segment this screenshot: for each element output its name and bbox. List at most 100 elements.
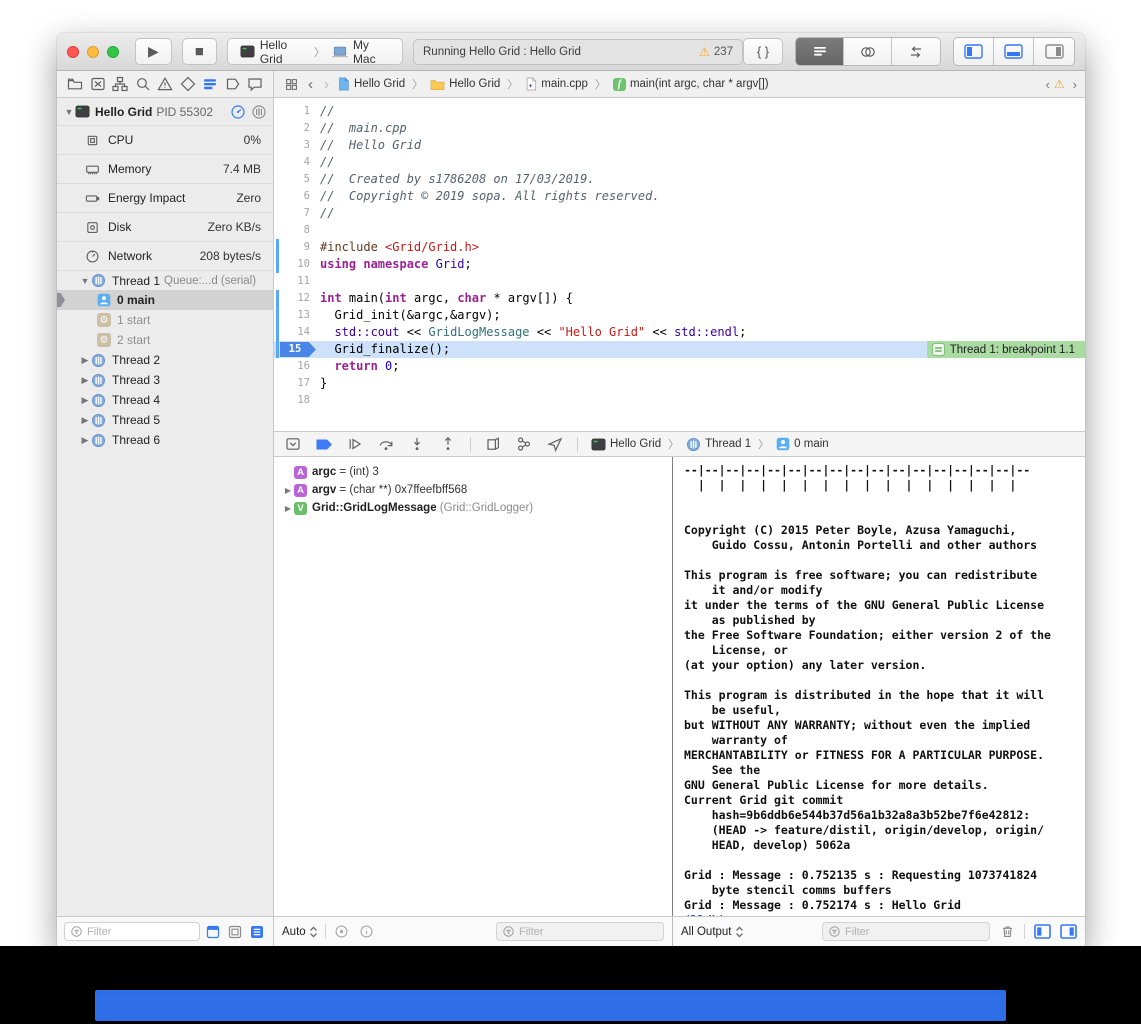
code-line[interactable]: 15 Grid_finalize();Thread 1: breakpoint …	[274, 341, 1085, 358]
step-out-button[interactable]	[439, 435, 457, 453]
clear-console-icon[interactable]	[998, 923, 1016, 941]
run-button[interactable]: ▶	[135, 38, 172, 65]
warning-count[interactable]: 237	[714, 46, 733, 58]
console-filter-input[interactable]	[845, 926, 984, 938]
navigator-filter-field[interactable]	[64, 922, 200, 941]
code-line[interactable]: 1//	[274, 103, 1085, 120]
gauge-button[interactable]	[229, 103, 246, 120]
debug-breadcrumb-item[interactable]: Hello Grid	[591, 438, 661, 451]
gauge-row-memory[interactable]: Memory7.4 MB	[57, 154, 273, 183]
thread-row[interactable]: ▶Thread 2	[57, 350, 273, 370]
assistant-editor-button[interactable]	[844, 38, 892, 65]
breakpoint-navigator-icon[interactable]	[224, 75, 242, 93]
scheme-selector[interactable]: Hello Grid 〉 My Mac	[227, 38, 403, 65]
symbol-navigator-icon[interactable]	[111, 75, 129, 93]
simulate-location-button[interactable]	[546, 435, 564, 453]
line-number[interactable]: 18	[274, 392, 320, 409]
minimize-window-button[interactable]	[87, 46, 99, 58]
debug-breadcrumb-item[interactable]: Thread 1	[686, 437, 751, 452]
breadcrumb-item[interactable]: main.cpp	[525, 77, 588, 91]
variables-view[interactable]: Aargc = (int) 3▶Aargv = (char **) 0x7ffe…	[274, 457, 672, 916]
code-line[interactable]: 4//	[274, 154, 1085, 171]
disclosure-triangle-icon[interactable]: ▼	[79, 276, 91, 286]
line-number[interactable]: 4	[274, 154, 320, 171]
stack-frame-row[interactable]: ⚙1 start	[57, 310, 273, 330]
line-number[interactable]: 13	[274, 307, 320, 324]
zoom-window-button[interactable]	[107, 46, 119, 58]
line-number[interactable]: 14	[274, 324, 320, 341]
disclosure-triangle-icon[interactable]: ▼	[63, 107, 75, 117]
next-issue-button[interactable]: ›	[1073, 77, 1077, 92]
code-line[interactable]: 16 return 0;	[274, 358, 1085, 375]
toggle-inspector-button[interactable]	[1034, 38, 1074, 65]
step-into-button[interactable]	[408, 435, 426, 453]
filter-frames-icon[interactable]	[226, 923, 244, 941]
previous-issue-button[interactable]: ‹	[1046, 77, 1050, 92]
step-over-button[interactable]	[377, 435, 395, 453]
stop-button[interactable]: ■	[182, 38, 217, 65]
issue-navigator-icon[interactable]	[156, 75, 174, 93]
variables-view-toggle-icon[interactable]	[1033, 923, 1051, 941]
debug-navigator-icon[interactable]	[201, 75, 219, 93]
code-line[interactable]: 9#include <Grid/Grid.h>	[274, 239, 1085, 256]
filter-crashed-threads-icon[interactable]	[204, 923, 222, 941]
gauge-row-cpu[interactable]: CPU0%	[57, 125, 273, 154]
process-row[interactable]: ▼Hello GridPID 55302	[57, 98, 273, 125]
variables-filter-input[interactable]	[519, 926, 658, 938]
console-output[interactable]: --|--|--|--|--|--|--|--|--|--|--|--|--|-…	[672, 457, 1085, 916]
code-line[interactable]: 14 std::cout << GridLogMessage << "Hello…	[274, 324, 1085, 341]
line-number[interactable]: 16	[274, 358, 320, 375]
project-navigator-icon[interactable]	[66, 75, 84, 93]
breakpoint-marker[interactable]: 15	[280, 342, 316, 357]
console-output-popup[interactable]: All Output	[681, 926, 744, 938]
line-number[interactable]: 5	[274, 171, 320, 188]
standard-editor-button[interactable]	[796, 38, 844, 65]
quick-look-icon[interactable]	[333, 923, 351, 941]
gauge-row-disk[interactable]: DiskZero KB/s	[57, 212, 273, 241]
thread-row[interactable]: ▼Thread 1Queue:...d (serial)	[57, 270, 273, 290]
variable-row[interactable]: ▶Aargv = (char **) 0x7ffeefbff568	[274, 481, 672, 499]
line-number[interactable]: 15	[274, 341, 320, 358]
related-items-icon[interactable]	[282, 75, 300, 93]
variables-scope-popup[interactable]: Auto	[282, 926, 318, 938]
breadcrumb-item[interactable]: fmain(int argc, char * argv[])	[613, 78, 769, 91]
line-number[interactable]: 6	[274, 188, 320, 205]
disclosure-triangle-icon[interactable]: ▶	[79, 415, 91, 426]
report-navigator-icon[interactable]	[246, 75, 264, 93]
line-number[interactable]: 3	[274, 137, 320, 154]
code-line[interactable]: 7//	[274, 205, 1085, 222]
breadcrumb-item[interactable]: Hello Grid	[430, 78, 500, 91]
breakpoints-toggle-button[interactable]	[315, 435, 333, 453]
line-number[interactable]: 9	[274, 239, 320, 256]
thread-row[interactable]: ▶Thread 3	[57, 370, 273, 390]
stack-frame-row[interactable]: 0 main	[57, 290, 273, 310]
source-editor[interactable]: 1//2// main.cpp3// Hello Grid4//5// Crea…	[274, 98, 1085, 431]
continue-button[interactable]	[346, 435, 364, 453]
gauge-row-network[interactable]: Network208 bytes/s	[57, 241, 273, 270]
toggle-navigator-button[interactable]	[954, 38, 994, 65]
line-number[interactable]: 8	[274, 222, 320, 239]
test-navigator-icon[interactable]	[179, 75, 197, 93]
thread-row[interactable]: ▶Thread 4	[57, 390, 273, 410]
line-number[interactable]: 2	[274, 120, 320, 137]
info-icon[interactable]	[358, 923, 376, 941]
code-line[interactable]: 8	[274, 222, 1085, 239]
line-number[interactable]: 1	[274, 103, 320, 120]
console-filter-field[interactable]	[822, 922, 990, 941]
variable-row[interactable]: Aargc = (int) 3	[274, 463, 672, 481]
code-line[interactable]: 12int main(int argc, char * argv[]) {	[274, 290, 1085, 307]
variable-row[interactable]: ▶VGrid::GridLogMessage (Grid::GridLogger…	[274, 499, 672, 517]
line-number[interactable]: 7	[274, 205, 320, 222]
go-forward-button[interactable]: ›	[321, 76, 332, 93]
line-number[interactable]: 17	[274, 375, 320, 392]
memory-graph-button[interactable]	[515, 435, 533, 453]
code-line[interactable]: 10using namespace Grid;	[274, 256, 1085, 273]
toggle-debug-area-button[interactable]	[994, 38, 1034, 65]
navigator-filter-input[interactable]	[87, 926, 194, 938]
disclosure-triangle-icon[interactable]: ▶	[79, 375, 91, 386]
gauge-row-energy[interactable]: Energy ImpactZero	[57, 183, 273, 212]
code-line[interactable]: 18	[274, 392, 1085, 409]
disclosure-triangle-icon[interactable]: ▶	[282, 486, 294, 495]
line-number[interactable]: 12	[274, 290, 320, 307]
breadcrumb-item[interactable]: Hello Grid	[337, 77, 405, 91]
